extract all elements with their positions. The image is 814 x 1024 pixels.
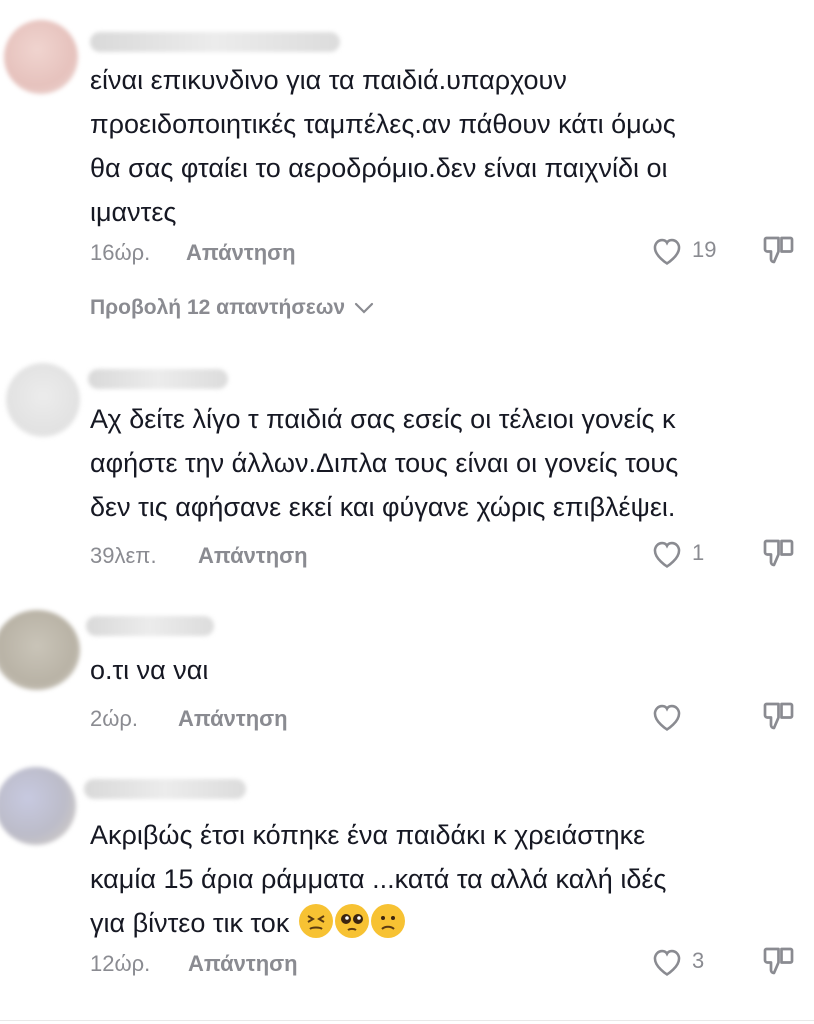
divider: [0, 1020, 814, 1021]
view-replies-label: Προβολή 12 απαντήσεων: [90, 296, 346, 319]
reply-button[interactable]: Απάντηση: [178, 704, 288, 734]
chevron-down-icon: [355, 302, 374, 314]
avatar[interactable]: [6, 363, 80, 437]
username-redacted[interactable]: [88, 369, 228, 389]
comment-meta: 12ώρ. Απάντηση 3: [90, 947, 802, 979]
pleading-face-icon: [334, 904, 369, 938]
avatar[interactable]: [4, 20, 78, 94]
view-replies-button[interactable]: Προβολή 12 απαντήσεων: [90, 296, 375, 320]
username-redacted[interactable]: [84, 779, 246, 799]
comment-text: είναι επικυνδινο για τα παιδιά.υπαρχουν …: [90, 65, 676, 227]
reply-button[interactable]: Απάντηση: [186, 238, 296, 268]
dislike-button[interactable]: [762, 698, 798, 740]
avatar[interactable]: [0, 767, 76, 845]
comment-time: 2ώρ.: [90, 706, 139, 731]
reply-button[interactable]: Απάντηση: [198, 541, 308, 571]
like-count: 1: [692, 540, 705, 565]
thumbs-down-icon: [763, 947, 794, 975]
thumbs-down-icon: [763, 539, 794, 567]
heart-icon: [653, 238, 681, 265]
like-count: 19: [692, 237, 717, 262]
heart-icon: [653, 949, 681, 976]
persevering-face-icon: [298, 904, 333, 938]
username-redacted[interactable]: [90, 32, 340, 52]
frowning-face-icon: [370, 904, 405, 938]
dislike-button[interactable]: [762, 943, 798, 985]
dislike-button[interactable]: [762, 232, 798, 274]
comment-meta: 39λεπ. Απάντηση 1: [90, 539, 802, 571]
comment-text: Ακριβώς έτσι κόπηκε ένα παιδάκι κ χρειάσ…: [90, 813, 800, 945]
like-button[interactable]: 1: [650, 537, 704, 569]
like-button[interactable]: [650, 700, 692, 732]
thumbs-down-icon: [763, 236, 794, 264]
comment-meta: 2ώρ. Απάντηση: [90, 702, 802, 734]
like-button[interactable]: 3: [650, 945, 704, 977]
heart-icon: [653, 541, 681, 568]
dislike-button[interactable]: [762, 535, 798, 577]
comment-meta: 16ώρ. Απάντηση 19: [90, 236, 802, 268]
comment-text: Αχ δείτε λίγο τ παιδιά σας εσείς οι τέλε…: [90, 404, 679, 522]
comment-time: 16ώρ.: [90, 240, 151, 265]
comment-time: 12ώρ.: [90, 951, 151, 976]
avatar[interactable]: [0, 610, 80, 690]
username-redacted[interactable]: [86, 616, 214, 636]
like-count: 3: [692, 948, 705, 973]
reply-button[interactable]: Απάντηση: [188, 949, 298, 979]
like-button[interactable]: 19: [650, 234, 716, 266]
thumbs-down-icon: [763, 702, 794, 730]
heart-icon: [653, 704, 681, 731]
comment-text: ο.τι να ναι: [90, 655, 209, 685]
comment-time: 39λεπ.: [90, 543, 157, 568]
